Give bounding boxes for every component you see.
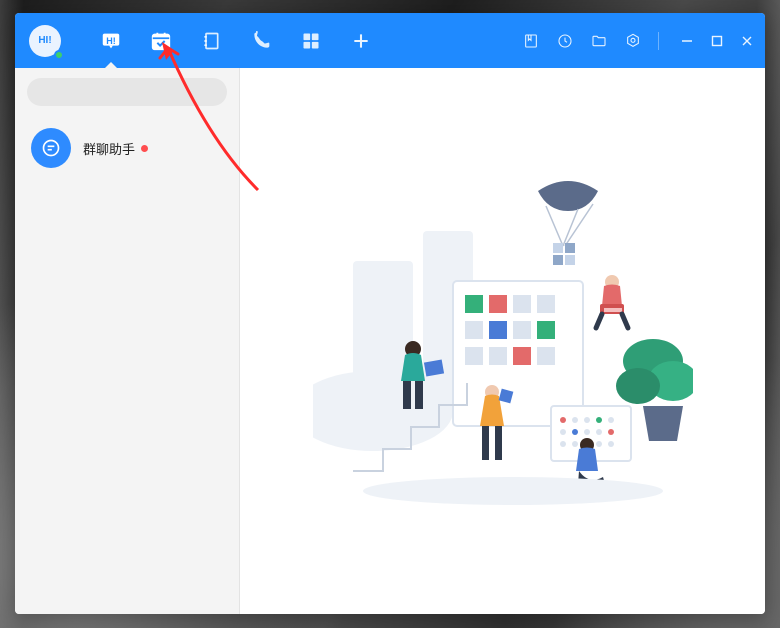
settings-button[interactable] xyxy=(624,32,642,50)
body-area: 群聊助手 xyxy=(15,68,765,614)
user-avatar[interactable]: HI! xyxy=(29,25,61,57)
calendar-check-icon xyxy=(150,30,172,52)
minimize-button[interactable] xyxy=(679,33,695,49)
search-input[interactable] xyxy=(43,85,219,100)
folder-button[interactable] xyxy=(590,32,608,50)
group-chat-icon xyxy=(41,138,61,158)
main-pane xyxy=(240,68,765,614)
chat-item-group-assistant[interactable]: 群聊助手 xyxy=(15,116,239,180)
search-box[interactable] xyxy=(27,78,227,106)
chat-item-title: 群聊助手 xyxy=(83,139,148,158)
folder-icon xyxy=(591,33,607,49)
tab-call[interactable] xyxy=(249,29,273,53)
status-online-dot xyxy=(54,50,64,60)
close-button[interactable] xyxy=(739,33,755,49)
chat-item-avatar xyxy=(31,128,71,168)
apps-grid-icon xyxy=(301,31,321,51)
chat-list: 群聊助手 xyxy=(15,116,239,614)
active-tab-indicator xyxy=(105,62,117,68)
avatar-text: HI! xyxy=(38,35,51,46)
app-window: HI! H! xyxy=(15,13,765,614)
tab-notes[interactable] xyxy=(199,29,223,53)
close-icon xyxy=(741,35,753,47)
history-icon xyxy=(557,33,573,49)
tab-calendar[interactable] xyxy=(149,29,173,53)
bookmark-button[interactable] xyxy=(522,32,540,50)
titlebar: HI! H! xyxy=(15,13,765,68)
empty-state-illustration xyxy=(313,171,693,511)
maximize-button[interactable] xyxy=(709,33,725,49)
tab-add[interactable] xyxy=(349,29,373,53)
tab-apps[interactable] xyxy=(299,29,323,53)
settings-hex-icon xyxy=(625,33,641,49)
window-controls xyxy=(679,33,755,49)
plus-icon xyxy=(351,31,371,51)
maximize-icon xyxy=(711,35,723,47)
notebook-icon xyxy=(201,31,221,51)
sidebar: 群聊助手 xyxy=(15,68,240,614)
minimize-icon xyxy=(681,35,693,47)
phone-icon xyxy=(251,31,271,51)
titlebar-right xyxy=(522,32,755,50)
tab-chat[interactable]: H! xyxy=(99,29,123,53)
titlebar-divider xyxy=(658,32,659,50)
chat-item-label: 群聊助手 xyxy=(83,139,135,158)
nav-tabs: H! xyxy=(99,29,373,53)
bookmark-icon xyxy=(523,33,539,49)
unread-dot xyxy=(141,145,148,152)
search-wrap xyxy=(15,68,239,116)
history-button[interactable] xyxy=(556,32,574,50)
